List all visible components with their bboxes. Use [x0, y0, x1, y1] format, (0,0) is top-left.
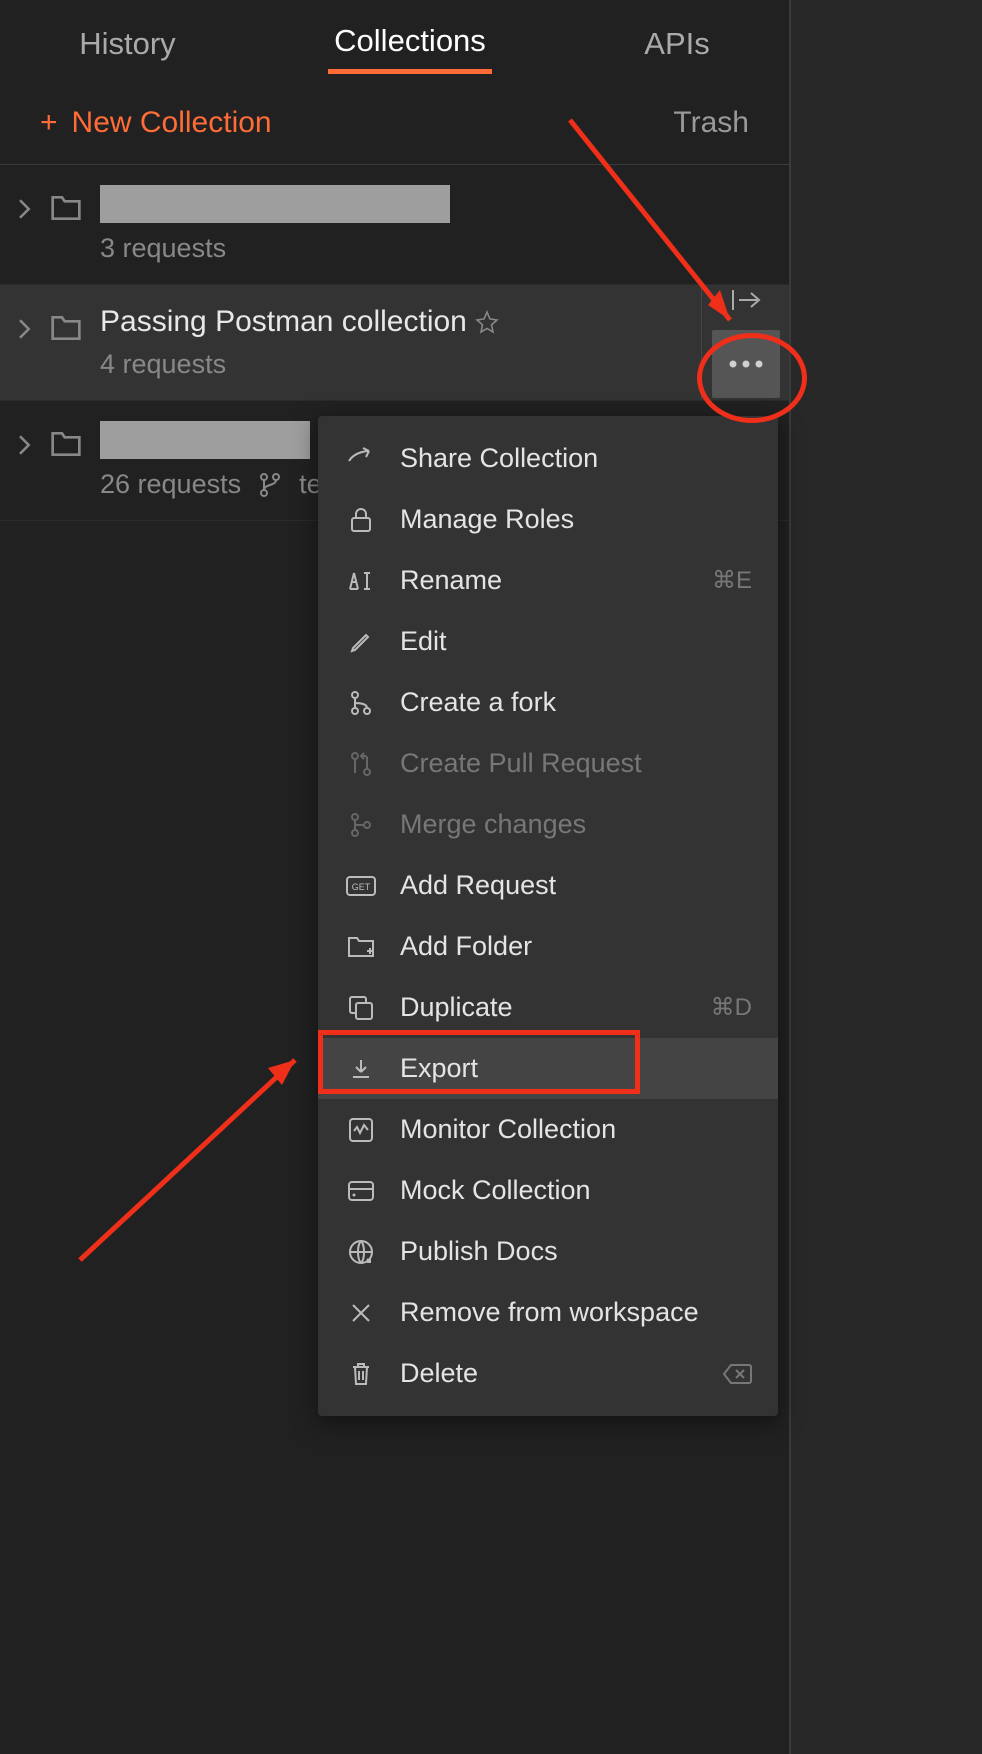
context-menu: Share Collection Manage Roles Rename ⌘E …: [318, 416, 778, 1416]
star-icon[interactable]: [475, 310, 499, 334]
shortcut-label: ⌘E: [712, 566, 752, 595]
menu-export[interactable]: Export: [318, 1038, 778, 1099]
new-collection-label: New Collection: [72, 106, 272, 140]
svg-text:GET: GET: [352, 882, 371, 892]
pull-request-icon: [344, 751, 378, 777]
trash-icon: [344, 1361, 378, 1387]
sidebar-tabs: History Collections APIs: [0, 0, 789, 88]
lock-icon: [344, 507, 378, 533]
row-actions: [701, 285, 789, 400]
right-panel: [790, 0, 982, 1754]
menu-edit[interactable]: Edit: [318, 611, 778, 672]
menu-add-folder[interactable]: Add Folder: [318, 916, 778, 977]
menu-add-request[interactable]: GET Add Request: [318, 855, 778, 916]
menu-remove[interactable]: Remove from workspace: [318, 1282, 778, 1343]
menu-label: Share Collection: [400, 443, 598, 474]
menu-label: Publish Docs: [400, 1236, 558, 1267]
menu-share[interactable]: Share Collection: [318, 428, 778, 489]
action-row: + New Collection Trash: [0, 88, 789, 165]
more-actions-button[interactable]: [712, 330, 780, 398]
chevron-right-icon[interactable]: [18, 319, 32, 339]
menu-monitor[interactable]: Monitor Collection: [318, 1099, 778, 1160]
menu-label: Add Folder: [400, 931, 532, 962]
menu-label: Export: [400, 1053, 478, 1084]
folder-icon: [50, 193, 82, 223]
pencil-icon: [344, 630, 378, 654]
globe-icon: [344, 1239, 378, 1265]
folder-icon: [50, 429, 82, 459]
trash-button[interactable]: Trash: [673, 106, 749, 140]
collection-name: Passing Postman collection: [100, 305, 467, 339]
server-icon: [344, 1180, 378, 1202]
collection-name-redacted: [100, 421, 310, 459]
folder-icon: [50, 313, 82, 343]
collection-row[interactable]: 3 requests: [0, 165, 789, 285]
branch-icon: [259, 472, 281, 498]
menu-label: Create Pull Request: [400, 748, 642, 779]
menu-mock[interactable]: Mock Collection: [318, 1160, 778, 1221]
menu-merge: Merge changes: [318, 794, 778, 855]
delete-key-icon: [722, 1363, 752, 1385]
menu-delete[interactable]: Delete: [318, 1343, 778, 1404]
monitor-icon: [344, 1117, 378, 1143]
tab-collections[interactable]: Collections: [328, 13, 492, 74]
menu-label: Add Request: [400, 870, 556, 901]
menu-pull-request: Create Pull Request: [318, 733, 778, 794]
duplicate-icon: [344, 995, 378, 1021]
menu-publish[interactable]: Publish Docs: [318, 1221, 778, 1282]
menu-roles[interactable]: Manage Roles: [318, 489, 778, 550]
collection-meta: 4 requests: [100, 349, 771, 380]
menu-label: Monitor Collection: [400, 1114, 616, 1145]
menu-label: Duplicate: [400, 992, 513, 1023]
shortcut-label: ⌘D: [711, 993, 752, 1022]
fork-icon: [344, 690, 378, 716]
collection-row[interactable]: Passing Postman collection 4 requests: [0, 285, 789, 401]
merge-icon: [344, 812, 378, 838]
menu-label: Edit: [400, 626, 447, 657]
menu-label: Delete: [400, 1358, 478, 1389]
download-icon: [344, 1057, 378, 1081]
share-icon: [344, 447, 378, 471]
plus-icon: +: [40, 106, 58, 140]
tab-history[interactable]: History: [73, 16, 181, 72]
collection-meta: 26 requests: [100, 469, 241, 500]
menu-label: Manage Roles: [400, 504, 574, 535]
folder-plus-icon: [344, 935, 378, 959]
chevron-right-icon[interactable]: [18, 199, 32, 219]
collection-meta: 3 requests: [100, 233, 771, 264]
request-icon: GET: [344, 876, 378, 896]
menu-label: Create a fork: [400, 687, 556, 718]
open-tab-icon[interactable]: [729, 288, 763, 312]
menu-rename[interactable]: Rename ⌘E: [318, 550, 778, 611]
menu-fork[interactable]: Create a fork: [318, 672, 778, 733]
new-collection-button[interactable]: + New Collection: [40, 106, 272, 140]
menu-label: Rename: [400, 565, 502, 596]
sidebar: History Collections APIs + New Collectio…: [0, 0, 790, 1754]
menu-label: Mock Collection: [400, 1175, 591, 1206]
collection-name-redacted: [100, 185, 450, 223]
rename-icon: [344, 569, 378, 593]
remove-icon: [344, 1302, 378, 1324]
menu-label: Remove from workspace: [400, 1297, 699, 1328]
tab-apis[interactable]: APIs: [638, 16, 715, 72]
menu-duplicate[interactable]: Duplicate ⌘D: [318, 977, 778, 1038]
menu-label: Merge changes: [400, 809, 586, 840]
chevron-right-icon[interactable]: [18, 435, 32, 455]
